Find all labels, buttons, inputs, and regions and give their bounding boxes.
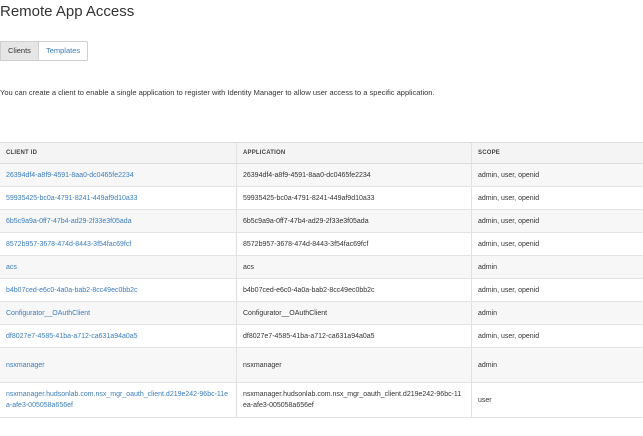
table-header: CLIENT ID APPLICATION SCOPE bbox=[0, 142, 643, 164]
client-id-link[interactable]: acs bbox=[0, 256, 236, 278]
scope-cell: admin, user, openid bbox=[471, 187, 643, 209]
scope-cell: admin bbox=[471, 302, 643, 324]
table-row[interactable]: 26394df4-a8f9-4591-8aa0-dc0465fe2234 263… bbox=[0, 164, 643, 187]
scope-cell: admin, user, openid bbox=[471, 164, 643, 186]
table-row[interactable]: nsxmanager.hudsonlab.com.nsx_mgr_oauth_c… bbox=[0, 383, 643, 418]
clients-table: CLIENT ID APPLICATION SCOPE 26394df4-a8f… bbox=[0, 142, 643, 418]
client-id-link[interactable]: nsxmanager bbox=[0, 348, 236, 382]
table-row[interactable]: nsxmanager nsxmanager admin bbox=[0, 348, 643, 383]
application-cell: 8572b957-3678-474d-8443-3f54fac69fcf bbox=[236, 233, 471, 255]
client-id-link[interactable]: df8027e7-4585-41ba-a712-ca631a94a0a5 bbox=[0, 325, 236, 347]
table-row[interactable]: 6b5c9a9a-0ff7-47b4-ad29-2f33e3f05ada 6b5… bbox=[0, 210, 643, 233]
application-cell: acs bbox=[236, 256, 471, 278]
application-cell: 6b5c9a9a-0ff7-47b4-ad29-2f33e3f05ada bbox=[236, 210, 471, 232]
application-cell: nsxmanager.hudsonlab.com.nsx_mgr_oauth_c… bbox=[236, 383, 471, 417]
application-cell: b4b07ced-e6c0-4a0a-bab2-8cc49ec0bb2c bbox=[236, 279, 471, 301]
client-id-link[interactable]: 59935425-bc0a-4791-8241-449af9d10a33 bbox=[0, 187, 236, 209]
table-row[interactable]: acs acs admin bbox=[0, 256, 643, 279]
application-cell: 59935425-bc0a-4791-8241-449af9d10a33 bbox=[236, 187, 471, 209]
application-cell: Configurator__OAuthClient bbox=[236, 302, 471, 324]
table-row[interactable]: 8572b957-3678-474d-8443-3f54fac69fcf 857… bbox=[0, 233, 643, 256]
scope-cell: admin, user, openid bbox=[471, 279, 643, 301]
table-row[interactable]: 59935425-bc0a-4791-8241-449af9d10a33 599… bbox=[0, 187, 643, 210]
client-id-link[interactable]: b4b07ced-e6c0-4a0a-bab2-8cc49ec0bb2c bbox=[0, 279, 236, 301]
client-id-link[interactable]: 8572b957-3678-474d-8443-3f54fac69fcf bbox=[0, 233, 236, 255]
table-row[interactable]: Configurator__OAuthClient Configurator__… bbox=[0, 302, 643, 325]
tab-bar: Clients Templates bbox=[0, 41, 89, 61]
scope-cell: admin, user, openid bbox=[471, 210, 643, 232]
application-cell: 26394df4-a8f9-4591-8aa0-dc0465fe2234 bbox=[236, 164, 471, 186]
column-header-application[interactable]: APPLICATION bbox=[236, 143, 471, 163]
client-id-link[interactable]: nsxmanager.hudsonlab.com.nsx_mgr_oauth_c… bbox=[0, 383, 236, 417]
tab-templates[interactable]: Templates bbox=[37, 41, 89, 61]
application-cell: df8027e7-4585-41ba-a712-ca631a94a0a5 bbox=[236, 325, 471, 347]
table-row[interactable]: b4b07ced-e6c0-4a0a-bab2-8cc49ec0bb2c b4b… bbox=[0, 279, 643, 302]
scope-cell: admin bbox=[471, 256, 643, 278]
scope-cell: admin bbox=[471, 348, 643, 382]
client-id-link[interactable]: Configurator__OAuthClient bbox=[0, 302, 236, 324]
column-header-scope[interactable]: SCOPE bbox=[471, 143, 643, 163]
column-header-client-id[interactable]: CLIENT ID bbox=[0, 143, 236, 163]
scope-cell: admin, user, openid bbox=[471, 233, 643, 255]
client-id-link[interactable]: 6b5c9a9a-0ff7-47b4-ad29-2f33e3f05ada bbox=[0, 210, 236, 232]
application-cell: nsxmanager bbox=[236, 348, 471, 382]
scope-cell: user bbox=[471, 383, 643, 417]
page-description: You can create a client to enable a sing… bbox=[0, 88, 435, 97]
client-id-link[interactable]: 26394df4-a8f9-4591-8aa0-dc0465fe2234 bbox=[0, 164, 236, 186]
page-title: Remote App Access bbox=[0, 3, 135, 20]
table-row[interactable]: df8027e7-4585-41ba-a712-ca631a94a0a5 df8… bbox=[0, 325, 643, 348]
tab-clients[interactable]: Clients bbox=[0, 41, 38, 61]
scope-cell: admin, user, openid bbox=[471, 325, 643, 347]
